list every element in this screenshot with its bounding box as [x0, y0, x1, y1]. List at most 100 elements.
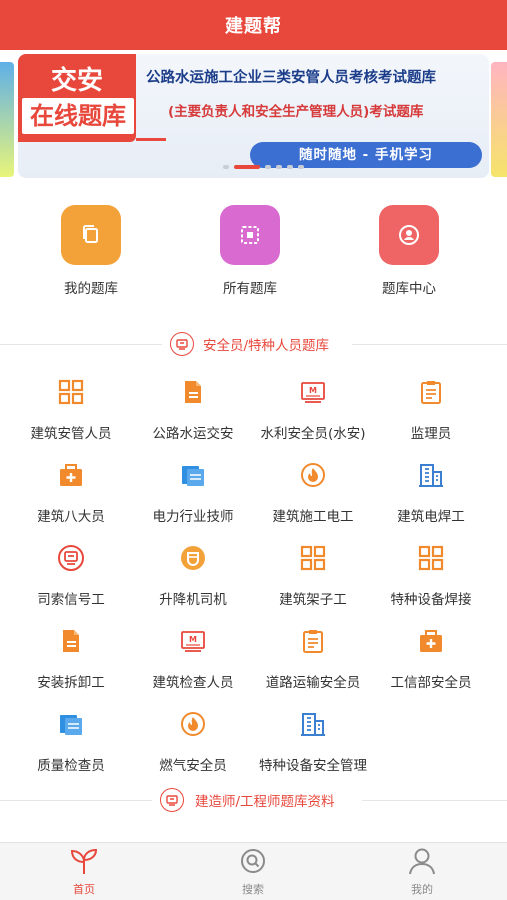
quick-label: 题库中心 [382, 281, 436, 297]
question-bank-label: 工信部安全员 [390, 675, 472, 691]
grid-icon [56, 377, 86, 407]
question-bank-label: 监理员 [410, 426, 452, 442]
app-title: 建题帮 [225, 16, 282, 37]
banner-badge-top: 交安 [50, 66, 103, 96]
carousel-dot [265, 165, 271, 169]
question-bank-item[interactable]: 道路运输安全员 [250, 626, 376, 691]
question-bank-item[interactable]: 建筑八大员 [8, 460, 134, 525]
clipboard-icon [416, 377, 446, 407]
question-bank-label: 建筑安管人员 [30, 426, 112, 442]
grid-square-icon [220, 205, 280, 265]
banner-badge: 交安 在线题库 [18, 54, 136, 142]
question-bank-item[interactable]: 燃气安全员 [130, 709, 256, 774]
question-bank-item[interactable]: 公路水运交安 [130, 377, 256, 442]
divider [362, 800, 507, 801]
tab-label: 首页 [73, 883, 95, 896]
question-bank-label: 建筑检查人员 [152, 675, 234, 691]
medical-kit-icon [416, 626, 446, 656]
tab-label: 我的 [411, 883, 433, 896]
question-bank-label: 质量检查员 [37, 758, 105, 774]
question-bank-item[interactable]: 特种设备焊接 [368, 543, 494, 608]
clipboard-icon [298, 626, 328, 656]
question-bank-item[interactable]: M 建筑检查人员 [130, 626, 256, 691]
building-icon [298, 709, 328, 739]
search-icon [241, 849, 265, 873]
fire-icon [178, 709, 208, 739]
question-bank-item[interactable]: M 水利安全员(水安) [250, 377, 376, 442]
banner-carousel[interactable]: 交安 在线题库 公路水运施工企业三类安管人员考核考试题库 (主要负责人和安全生产… [0, 50, 507, 185]
certificate-icon: M [178, 626, 208, 656]
tab-profile[interactable]: 我的 [362, 847, 482, 897]
question-bank-item[interactable]: 升降机司机 [130, 543, 256, 608]
section-title: 安全员/特种人员题库 [203, 338, 330, 354]
badge-icon [178, 543, 208, 573]
divider [0, 800, 152, 801]
section-header-safety: 安全员/特种人员题库 [0, 330, 507, 360]
question-bank-item[interactable]: 建筑安管人员 [8, 377, 134, 442]
svg-text:M: M [309, 386, 317, 395]
grid-icon [416, 543, 446, 573]
grid-icon [298, 543, 328, 573]
banner-slide[interactable]: 交安 在线题库 公路水运施工企业三类安管人员考核考试题库 (主要负责人和安全生产… [18, 54, 489, 178]
files-icon [56, 709, 86, 739]
user-circle-icon [379, 205, 439, 265]
exam-icon [170, 332, 194, 356]
exam-icon [56, 543, 86, 573]
fire-icon [298, 460, 328, 490]
question-bank-label: 水利安全员(水安) [260, 426, 366, 442]
question-bank-item[interactable]: 监理员 [368, 377, 494, 442]
divider [352, 344, 507, 345]
quick-label: 所有题库 [223, 281, 277, 297]
question-bank-label: 公路水运交安 [152, 426, 234, 442]
question-bank-item[interactable]: 特种设备安全管理 [250, 709, 376, 774]
question-bank-label: 升降机司机 [159, 592, 227, 608]
question-bank-item[interactable]: 建筑架子工 [250, 543, 376, 608]
quick-label: 我的题库 [64, 281, 118, 297]
carousel-indicator [223, 165, 304, 169]
carousel-dot-active [234, 165, 260, 169]
all-question-banks-button[interactable]: 所有题库 [190, 205, 310, 297]
tab-label: 搜索 [242, 883, 264, 896]
question-bank-label: 安装拆卸工 [37, 675, 105, 691]
banner-prev-slide[interactable] [0, 62, 14, 177]
building-icon [416, 460, 446, 490]
carousel-dot [298, 165, 304, 169]
question-bank-item[interactable]: 建筑电焊工 [368, 460, 494, 525]
banner-subtitle: (主要负责人和安全生产管理人员)考试题库 [168, 104, 424, 120]
banner-title: 公路水运施工企业三类安管人员考核考试题库 [146, 70, 436, 86]
banner-badge-bottom: 在线题库 [22, 98, 134, 134]
section-title: 建造师/工程师题库资料 [195, 794, 335, 810]
question-bank-item[interactable]: 建筑施工电工 [250, 460, 376, 525]
medical-kit-icon [56, 460, 86, 490]
tab-home[interactable]: 首页 [24, 847, 144, 897]
exam-icon [160, 788, 184, 812]
question-bank-item[interactable]: 电力行业技师 [130, 460, 256, 525]
question-bank-item[interactable]: 安装拆卸工 [8, 626, 134, 691]
question-bank-center-button[interactable]: 题库中心 [349, 205, 469, 297]
certificate-icon: M [298, 377, 328, 407]
person-icon [409, 848, 435, 875]
question-bank-label: 司索信号工 [37, 592, 105, 608]
question-bank-label: 建筑八大员 [37, 509, 105, 525]
question-bank-item[interactable]: 司索信号工 [8, 543, 134, 608]
question-bank-label: 建筑架子工 [279, 592, 347, 608]
app-header: 建题帮 [0, 0, 507, 50]
carousel-dot [223, 165, 229, 169]
question-bank-label: 建筑施工电工 [272, 509, 354, 525]
banner-next-slide[interactable] [491, 62, 507, 177]
tab-search[interactable]: 搜索 [193, 847, 313, 897]
document-icon [178, 377, 208, 407]
question-bank-label: 建筑电焊工 [397, 509, 465, 525]
sprout-icon [70, 848, 98, 874]
carousel-dot [276, 165, 282, 169]
my-question-bank-button[interactable]: 我的题库 [31, 205, 151, 297]
quick-actions: 我的题库 所有题库 题库中心 [0, 205, 507, 305]
document-icon [56, 626, 86, 656]
question-bank-item[interactable]: 工信部安全员 [368, 626, 494, 691]
question-bank-item[interactable]: 质量检查员 [8, 709, 134, 774]
question-bank-label: 特种设备安全管理 [259, 758, 367, 774]
question-bank-label: 电力行业技师 [152, 509, 234, 525]
files-icon [178, 460, 208, 490]
section-header-constructor: 建造师/工程师题库资料 [0, 786, 507, 816]
copy-icon [61, 205, 121, 265]
